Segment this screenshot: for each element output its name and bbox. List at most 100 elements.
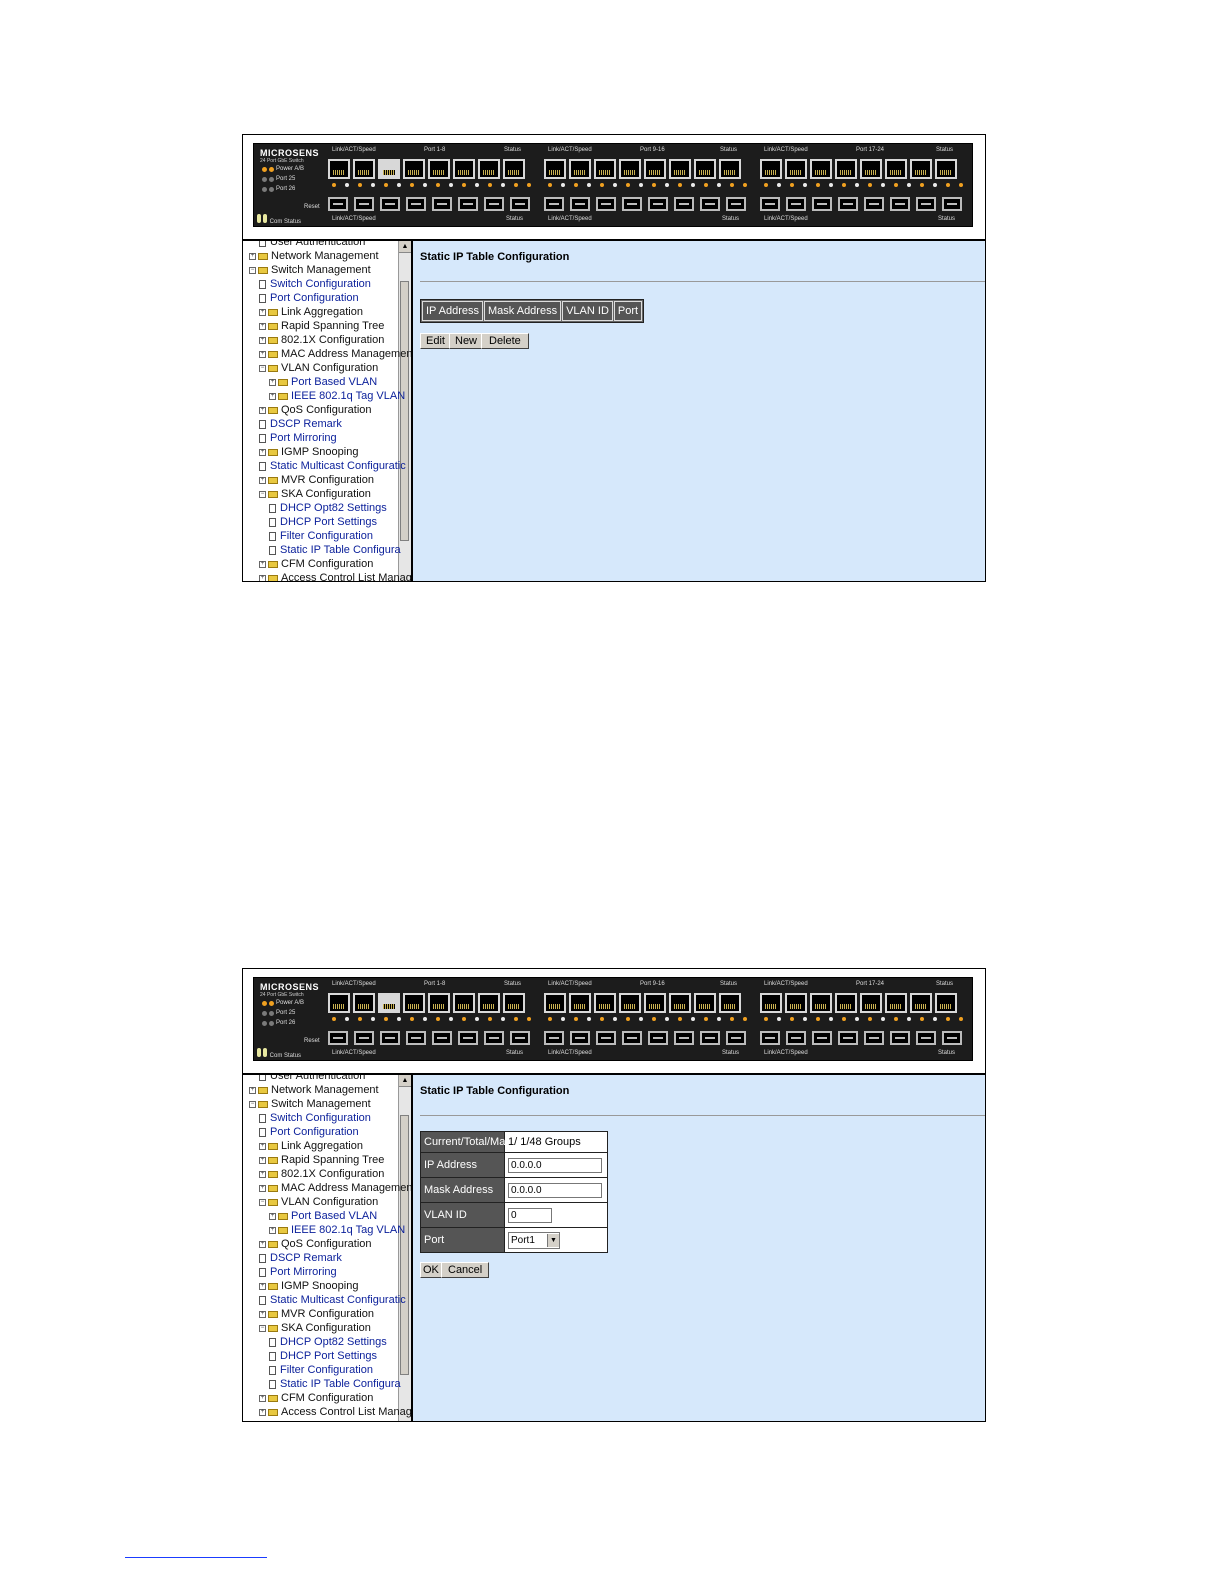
nav-item[interactable]: − VLAN Configuration [259, 1195, 378, 1209]
nav-item[interactable]: + CFM Configuration [259, 557, 373, 571]
nav-item[interactable]: Static IP Table Configura [269, 1377, 401, 1391]
nav-item[interactable]: DSCP Remark [259, 1251, 342, 1265]
nav-item[interactable]: + IEEE 802.1q Tag VLAN [269, 389, 405, 403]
nav-item[interactable]: − SKA Configuration [259, 487, 371, 501]
vlan-id-input[interactable] [508, 1207, 552, 1223]
nav-item[interactable]: + MAC Address Managemen [259, 1181, 411, 1195]
nav-item[interactable]: Port Configuration [259, 1125, 359, 1139]
expand-icon[interactable]: + [259, 406, 266, 414]
mask-address-input[interactable] [508, 1182, 602, 1198]
nav-item[interactable]: + QoS Configuration [259, 1237, 372, 1251]
expand-icon[interactable]: + [259, 574, 266, 581]
collapse-icon[interactable]: − [259, 1198, 266, 1206]
delete-button[interactable]: Delete [481, 333, 529, 349]
expand-icon[interactable]: + [269, 1226, 276, 1234]
nav-item[interactable]: +802.1X Configuration [259, 1167, 384, 1181]
nav-item[interactable]: + IGMP Snooping [259, 1279, 358, 1293]
expand-icon[interactable]: + [259, 1142, 266, 1150]
nav-item[interactable]: + Port Based VLAN [269, 375, 377, 389]
port-select[interactable]: Port1 ▼ [508, 1231, 560, 1249]
nav-item[interactable]: DHCP Port Settings [269, 1349, 377, 1363]
nav-item[interactable]: + Access Control List Manage [259, 1405, 411, 1419]
nav-item[interactable]: + Link Aggregation [259, 305, 363, 319]
nav-item[interactable]: Static Multicast Configuratic [259, 1293, 406, 1307]
expand-icon[interactable]: + [259, 560, 266, 568]
ok-button[interactable]: OK [420, 1262, 442, 1278]
nav-item[interactable]: Static IP Table Configura [269, 543, 401, 557]
expand-icon[interactable]: + [259, 1156, 266, 1164]
nav-item[interactable]: DHCP Port Settings [269, 515, 377, 529]
nav-item[interactable]: + Network Management [249, 249, 379, 263]
expand-icon[interactable]: + [259, 350, 266, 358]
nav-item[interactable]: Switch Configuration [259, 1111, 371, 1125]
nav-item[interactable]: − SKA Configuration [259, 1321, 371, 1335]
collapse-icon[interactable]: − [249, 1100, 256, 1108]
expand-icon[interactable]: + [259, 1170, 266, 1178]
nav-item[interactable]: − VLAN Configuration [259, 361, 378, 375]
new-button[interactable]: New [449, 333, 484, 349]
nav-item[interactable]: Port Configuration [259, 291, 359, 305]
expand-icon[interactable]: + [249, 1086, 256, 1094]
nav-item[interactable]: + Rapid Spanning Tree [259, 319, 384, 333]
nav-item[interactable]: + IEEE 802.1q Tag VLAN [269, 1223, 405, 1237]
expand-icon[interactable]: + [259, 1394, 266, 1402]
expand-icon[interactable]: + [259, 322, 266, 330]
scroll-thumb[interactable] [400, 281, 409, 541]
expand-icon[interactable]: + [269, 392, 276, 400]
nav-item[interactable]: Port Mirroring [259, 431, 337, 445]
nav-item[interactable]: + Port Based VLAN [269, 1209, 377, 1223]
nav-item[interactable]: + Rapid Spanning Tree [259, 1153, 384, 1167]
scroll-up-icon[interactable]: ▲ [399, 241, 411, 253]
expand-icon[interactable]: + [259, 448, 266, 456]
nav-item[interactable]: Static Multicast Configuratic [259, 459, 406, 473]
scroll-up-icon[interactable]: ▲ [399, 1075, 411, 1087]
nav-item[interactable]: +802.1X Configuration [259, 333, 384, 347]
nav-scrollbar[interactable]: ▲ [398, 241, 411, 581]
selected-port[interactable] [378, 159, 400, 179]
nav-item[interactable]: + IGMP Snooping [259, 445, 358, 459]
nav-item[interactable]: DHCP Opt82 Settings [269, 501, 387, 515]
collapse-icon[interactable]: − [249, 266, 256, 274]
nav-item[interactable]: Filter Configuration [269, 1363, 373, 1377]
nav-item[interactable]: + MAC Address Managemen [259, 347, 411, 361]
nav-item[interactable]: User Authentication [259, 1075, 365, 1083]
expand-icon[interactable]: + [259, 1408, 266, 1416]
nav-item[interactable]: Filter Configuration [269, 529, 373, 543]
collapse-icon[interactable]: − [259, 490, 266, 498]
nav-item[interactable]: + Link Aggregation [259, 1139, 363, 1153]
collapse-icon[interactable]: − [259, 1324, 266, 1332]
nav-item[interactable]: + CFM Configuration [259, 1391, 373, 1405]
cancel-button[interactable]: Cancel [441, 1262, 490, 1278]
nav-item[interactable]: DSCP Remark [259, 417, 342, 431]
dropdown-arrow-icon[interactable]: ▼ [546, 1233, 559, 1247]
reset-button[interactable]: Reset [304, 204, 320, 210]
edit-button[interactable]: Edit [420, 333, 451, 349]
expand-icon[interactable]: + [259, 1240, 266, 1248]
nav-item[interactable]: + Network Management [249, 1083, 379, 1097]
nav-item[interactable]: Port Mirroring [259, 1265, 337, 1279]
expand-icon[interactable]: + [259, 1282, 266, 1290]
nav-item[interactable]: − Switch Management [249, 263, 371, 277]
expand-icon[interactable]: + [269, 378, 276, 386]
ip-address-input[interactable] [508, 1157, 602, 1173]
nav-item[interactable]: DHCP Opt82 Settings [269, 1335, 387, 1349]
expand-icon[interactable]: + [259, 1184, 266, 1192]
reset-button[interactable]: Reset [304, 1038, 320, 1044]
collapse-icon[interactable]: − [259, 364, 266, 372]
scroll-thumb[interactable] [400, 1115, 409, 1375]
expand-icon[interactable]: + [259, 308, 266, 316]
expand-icon[interactable]: + [259, 1310, 266, 1318]
nav-item[interactable]: − Switch Management [249, 1097, 371, 1111]
nav-item[interactable]: + MVR Configuration [259, 473, 374, 487]
selected-port[interactable] [378, 993, 400, 1013]
nav-item[interactable]: + MVR Configuration [259, 1307, 374, 1321]
expand-icon[interactable]: + [269, 1212, 276, 1220]
expand-icon[interactable]: + [259, 476, 266, 484]
nav-item[interactable]: User Authentication [259, 241, 365, 249]
expand-icon[interactable]: + [249, 252, 256, 260]
nav-scrollbar[interactable]: ▲ [398, 1075, 411, 1421]
expand-icon[interactable]: + [259, 336, 266, 344]
nav-item[interactable]: Switch Configuration [259, 277, 371, 291]
nav-item[interactable]: + QoS Configuration [259, 403, 372, 417]
nav-item[interactable]: + Access Control List Manage [259, 571, 411, 581]
